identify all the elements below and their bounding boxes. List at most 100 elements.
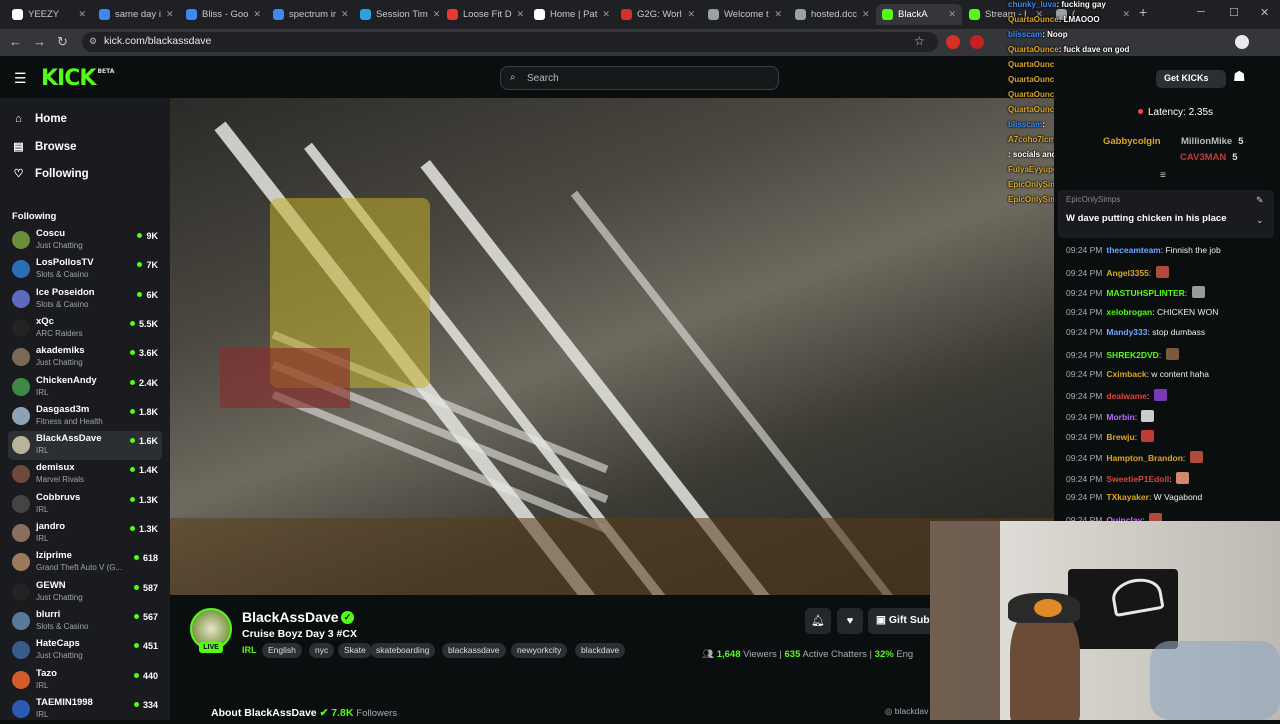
nav-browse[interactable]: ▤ Browse [12,140,76,154]
sidebar-channel[interactable]: HateCaps Just Chatting 451 [8,636,162,665]
browser-tab[interactable]: Welcome t ✕ [702,4,788,25]
extension-icon[interactable] [946,35,960,49]
follow-heart-button[interactable]: ♥ [837,608,863,634]
close-tab-icon[interactable]: ✕ [948,9,956,20]
extension-icon[interactable] [970,35,984,49]
chat-message[interactable]: 09:24 PM Mandy333: stop dumbass [1066,327,1276,337]
notification-bell-button[interactable]: 🔔︎ [805,608,831,634]
sidebar-channel[interactable]: akademiks Just Chatting 3.6K [8,343,162,372]
leaderboard-entry[interactable]: MillionMike 5 [1181,136,1244,147]
chat-username[interactable]: theceamteam [1106,245,1160,255]
browser-tab[interactable]: Home | Pat ✕ [528,4,614,25]
chat-message[interactable]: 09:24 PM Brewju: [1066,430,1276,443]
forward-icon[interactable]: → [33,34,46,49]
chat-username[interactable]: Brewju [1106,432,1134,442]
chat-username[interactable]: SHREK2DVD [1106,350,1158,360]
chat-message[interactable]: 09:24 PM SHREK2DVD: [1066,348,1276,360]
leaderboard-entry[interactable]: CAV3MAN 5 [1180,152,1238,163]
sidebar-channel[interactable]: jandro IRL 1.3K [8,519,162,548]
chat-message[interactable]: 09:24 PM TXkayaker: W Vagabond [1066,492,1276,502]
stream-tag[interactable]: blackassdave [442,643,506,658]
sidebar-channel[interactable]: Dasgasd3m Fitness and Health 1.8K [8,402,162,431]
sidebar-channel[interactable]: Tazo IRL 440 [8,666,162,695]
browser-tab[interactable]: hosted.dcc ✕ [789,4,875,25]
sidebar-channel[interactable]: LosPollosTV Slots & Casino 7K [8,255,162,284]
back-icon[interactable]: ← [9,34,22,49]
close-tab-icon[interactable]: ✕ [253,9,261,20]
chat-expand-icon[interactable]: ≡ [1160,170,1166,181]
site-info-icon[interactable]: ⚙ [89,36,97,47]
close-tab-icon[interactable]: ✕ [774,9,782,20]
close-window-icon[interactable]: ✕ [1260,6,1269,19]
sidebar-channel[interactable]: ChickenAndy IRL 2.4K [8,373,162,402]
chat-message[interactable]: 09:24 PM Morbin: [1066,409,1276,422]
close-tab-icon[interactable]: ✕ [341,9,349,20]
sidebar-channel[interactable]: Ice Poseidon Slots & Casino 6K [8,285,162,314]
gift-sub-button[interactable]: ▣ Gift Sub [868,608,932,634]
chat-username[interactable]: xelobrogan [1106,307,1152,317]
sidebar-channel[interactable]: GEWN Just Chatting 587 [8,578,162,607]
chat-message[interactable]: 09:24 PM MASTUHSPLINTER: [1066,286,1276,299]
sidebar-channel[interactable]: TAEMIN1998 IRL 334 [8,695,162,724]
nav-home[interactable]: ⌂ Home [12,113,67,125]
stream-tag[interactable]: English [262,643,302,658]
reload-icon[interactable]: ↻ [57,34,68,50]
about-social-link[interactable]: ◎ blackdav [885,706,928,717]
close-tab-icon[interactable]: ✕ [78,9,86,20]
maximize-icon[interactable]: ☐ [1229,6,1239,19]
chat-message[interactable]: 09:24 PM Cximback: w content haha [1066,369,1276,379]
close-tab-icon[interactable]: ✕ [166,9,174,20]
browser-tab[interactable]: G2G: Worl ✕ [615,4,701,25]
chat-username[interactable]: dealwame [1106,391,1147,401]
chat-username[interactable]: Hampton_Brandon [1106,453,1183,463]
browser-tab[interactable]: Loose Fit D ✕ [441,4,527,25]
stream-tag[interactable]: blackdave [575,643,626,658]
chat-message[interactable]: 09:24 PM xelobrogan: CHICKEN WON [1066,307,1276,317]
sidebar-channel[interactable]: xQc ARC Raiders 5.5K [8,314,162,343]
sidebar-channel[interactable]: demisux Marvel Rivals 1.4K [8,460,162,489]
close-tab-icon[interactable]: ✕ [1122,9,1130,20]
chat-message[interactable]: 09:24 PM dealwame: [1066,389,1276,402]
stream-category[interactable]: IRL [242,645,257,655]
sidebar-channel[interactable]: Coscu Just Chatting 9K [8,226,162,255]
close-tab-icon[interactable]: ✕ [433,9,440,20]
nav-following[interactable]: ♡ Following [12,167,89,181]
browser-tab[interactable]: same day i ✕ [93,4,179,25]
browser-tab[interactable]: BlackA ✕ [876,4,962,25]
stream-tag[interactable]: nyc [309,643,335,658]
url-field[interactable]: kick.com/blackassdave [82,32,938,52]
browser-tab[interactable]: YEEZY ✕ [6,4,92,25]
browser-tab[interactable]: Bliss - Goo ✕ [180,4,266,25]
stream-tag[interactable]: newyorkcity [511,643,568,658]
browser-tab[interactable]: spectrum ir ✕ [267,4,353,25]
close-tab-icon[interactable]: ✕ [517,9,525,20]
chat-username[interactable]: Cximback [1106,369,1146,379]
video-player[interactable] [170,98,1054,595]
browser-tab[interactable]: Session Tim ✕ [354,4,440,25]
chat-message[interactable]: 09:24 PM Hampton_Brandon: [1066,451,1276,463]
chevron-down-icon[interactable]: ⌄ [1256,215,1264,226]
chat-username[interactable]: MASTUHSPLINTER [1106,288,1184,298]
search-input[interactable]: ⌕ Search [500,66,779,90]
sidebar-channel[interactable]: blurri Slots & Casino 567 [8,607,162,636]
chat-username[interactable]: Mandy333 [1106,327,1147,337]
chat-message[interactable]: 09:24 PM Angel3355: [1066,265,1276,278]
stream-tag[interactable]: Skate [338,643,372,658]
stream-tag[interactable]: skateboarding [370,643,436,658]
close-tab-icon[interactable]: ✕ [602,9,610,20]
chat-message[interactable]: 09:24 PM theceamteam: Finnish the job [1066,245,1276,255]
user-avatar-icon[interactable]: ☗ [1233,68,1253,88]
menu-icon[interactable]: ☰ [14,70,27,87]
pin-icon[interactable]: ✎ [1256,195,1264,206]
kick-logo[interactable]: KICK BETA [41,66,114,91]
new-tab-icon[interactable]: + [1139,4,1147,20]
sidebar-channel[interactable]: BlackAssDave IRL 1.6K [8,431,162,461]
sidebar-channel[interactable]: Iziprime Grand Theft Auto V (G... 618 [8,548,162,577]
sidebar-channel[interactable]: Cobbruvs IRL 1.3K [8,490,162,519]
minimize-icon[interactable]: ─ [1197,6,1205,18]
channel-name[interactable]: BlackAssDave [242,609,339,625]
get-kicks-button[interactable]: Get KICKs [1156,70,1226,88]
chat-username[interactable]: Angel3355 [1106,268,1149,278]
chat-username[interactable]: TXkayaker [1106,492,1149,502]
close-tab-icon[interactable]: ✕ [862,9,870,20]
